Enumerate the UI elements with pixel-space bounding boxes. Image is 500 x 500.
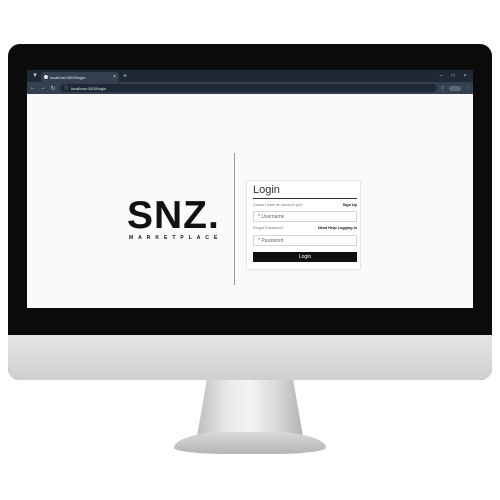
login-title: Login	[253, 184, 280, 196]
maximize-icon[interactable]: □	[449, 73, 457, 79]
need-help-link[interactable]: Need Help Logging In	[318, 226, 357, 230]
login-page: SNZ. MARKETPLACE Login Doesn't have an a…	[27, 94, 473, 308]
minimize-icon[interactable]: –	[437, 73, 445, 79]
close-tab-icon[interactable]: ×	[113, 74, 116, 80]
brand-logo: SNZ. MARKETPLACE	[127, 196, 222, 241]
vertical-divider	[234, 153, 235, 285]
title-underline	[253, 198, 357, 199]
screen: ▾ localhost:3000/login × + – □ × ← → ↻ ⓘ…	[27, 70, 473, 308]
window-controls: – □ ×	[437, 73, 473, 79]
profile-button[interactable]	[449, 85, 461, 91]
browser-tab-bar: ▾ localhost:3000/login × + – □ ×	[27, 70, 473, 82]
no-account-text: Doesn't have an account yet?	[253, 203, 303, 207]
tab-search-icon[interactable]: ▾	[29, 71, 41, 81]
forgot-password-link[interactable]: Forgot Password?	[253, 226, 284, 230]
site-info-icon[interactable]: ⓘ	[64, 85, 68, 91]
url-text: localhost:3000/login	[71, 85, 107, 91]
back-arrow-icon[interactable]: ←	[30, 85, 36, 91]
close-window-icon[interactable]: ×	[461, 73, 469, 79]
toolbar-right: ☆ ⋮	[441, 85, 470, 91]
browser-tab[interactable]: localhost:3000/login ×	[41, 72, 119, 82]
login-button[interactable]: Login	[253, 252, 357, 262]
bookmark-star-icon[interactable]: ☆	[441, 85, 445, 91]
brand-name: SNZ.	[127, 194, 220, 237]
brand-tagline: MARKETPLACE	[129, 235, 223, 241]
favicon-icon	[44, 75, 48, 79]
tab-title: localhost:3000/login	[50, 74, 86, 80]
login-card: Login Doesn't have an account yet? Sign …	[247, 181, 360, 269]
help-row: Forgot Password? Need Help Logging In	[253, 226, 357, 230]
password-field[interactable]: * Password	[253, 235, 357, 246]
browser-toolbar: ← → ↻ ⓘ localhost:3000/login ☆ ⋮	[27, 82, 473, 94]
signup-row: Doesn't have an account yet? Sign Up	[253, 203, 357, 207]
address-bar[interactable]: ⓘ localhost:3000/login	[60, 84, 437, 92]
forward-arrow-icon[interactable]: →	[40, 85, 46, 91]
monitor-chin	[8, 335, 492, 380]
new-tab-button[interactable]: +	[123, 73, 127, 80]
desktop-scene: ▾ localhost:3000/login × + – □ × ← → ↻ ⓘ…	[0, 0, 500, 500]
sign-up-link[interactable]: Sign Up	[343, 203, 357, 207]
menu-kebab-icon[interactable]: ⋮	[465, 85, 470, 91]
monitor-stand-base	[174, 432, 326, 454]
username-field[interactable]: * Username	[253, 211, 357, 222]
reload-icon[interactable]: ↻	[50, 85, 56, 92]
